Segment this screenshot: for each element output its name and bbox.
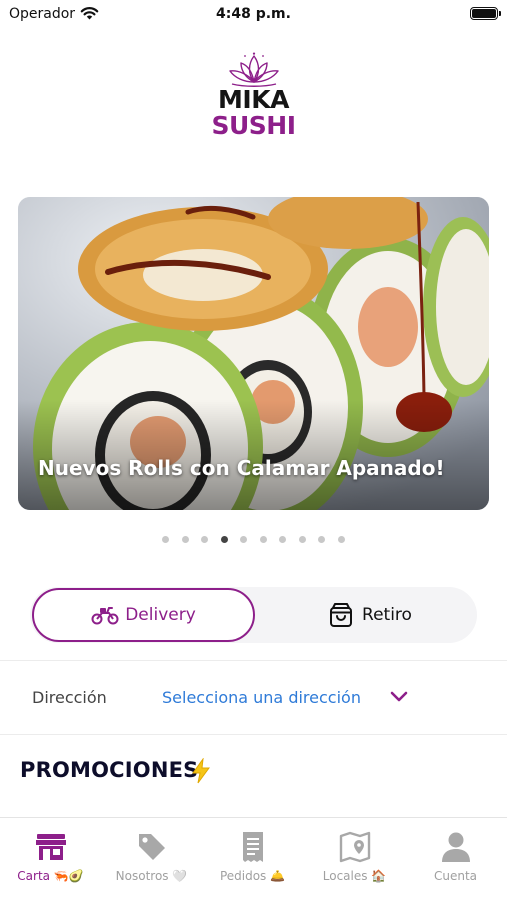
- receipt-icon: [242, 832, 263, 862]
- pagination-dot[interactable]: [162, 536, 169, 543]
- pagination-dot[interactable]: [279, 536, 286, 543]
- motorcycle-icon: [91, 607, 119, 625]
- pagination-dot[interactable]: [337, 536, 345, 543]
- tab-cuenta[interactable]: Cuenta: [405, 828, 506, 883]
- tab-nosotros-label: Nosotros 🤍: [115, 869, 188, 883]
- brand-logo: MIKA SUSHI: [203, 52, 304, 152]
- lightning-emoji: [190, 757, 212, 788]
- order-mode-toggle: Delivery Retiro: [30, 587, 477, 643]
- promotions-heading: PROMOCIONES: [20, 758, 199, 782]
- tab-locales-label: Locales 🏠: [322, 869, 387, 883]
- delivery-option-button[interactable]: Delivery: [32, 588, 255, 642]
- lotus-icon: [228, 52, 279, 87]
- map-icon: [339, 831, 370, 863]
- tab-carta-label: Carta 🦐🥑: [17, 869, 84, 883]
- banner-pagination: [0, 535, 507, 545]
- status-bar: Operador 4:48 p.m.: [0, 0, 507, 30]
- pickup-label: Retiro: [362, 605, 412, 625]
- tab-locales[interactable]: Locales 🏠: [304, 828, 405, 883]
- pagination-dot[interactable]: [181, 536, 189, 543]
- tab-carta[interactable]: Carta 🦐🥑: [0, 828, 101, 883]
- clock: 4:48 p.m.: [216, 6, 291, 22]
- tab-pedidos[interactable]: Pedidos 🛎️: [202, 828, 303, 883]
- store-icon: [35, 834, 66, 860]
- section-divider: [0, 734, 507, 735]
- pagination-dot[interactable]: [318, 536, 325, 543]
- user-icon: [441, 832, 470, 862]
- tag-icon: [138, 834, 165, 860]
- battery-icon: [470, 7, 501, 20]
- banner-caption: Nuevos Rolls con Calamar Apanado!: [38, 456, 445, 480]
- section-divider: [0, 660, 507, 661]
- pagination-dot[interactable]: [201, 536, 208, 543]
- pagination-dot[interactable]: [220, 536, 228, 543]
- lightning-icon: [192, 757, 210, 784]
- logo-text-sushi: SUSHI: [211, 111, 296, 140]
- promo-banner[interactable]: Nuevos Rolls con Calamar Apanado!: [18, 197, 489, 510]
- tab-nosotros[interactable]: Nosotros 🤍: [101, 828, 202, 883]
- shopping-bag-icon: [330, 603, 353, 627]
- banner-gradient: [18, 400, 489, 510]
- bottom-tab-bar: Carta 🦐🥑 Nosotros 🤍 Pedidos 🛎️ Locales 🏠: [0, 817, 507, 900]
- address-label: Dirección: [32, 688, 107, 707]
- pagination-dot[interactable]: [240, 536, 247, 543]
- select-address-link[interactable]: Selecciona una dirección: [162, 688, 361, 707]
- pickup-option-button[interactable]: Retiro: [280, 588, 460, 642]
- pagination-dot[interactable]: [259, 536, 267, 543]
- pagination-dot[interactable]: [298, 536, 306, 543]
- tab-cuenta-label: Cuenta: [433, 869, 478, 883]
- tab-pedidos-label: Pedidos 🛎️: [219, 869, 286, 883]
- delivery-label: Delivery: [125, 605, 196, 625]
- chevron-down-icon[interactable]: [390, 690, 408, 704]
- logo-text-mika: MIKA: [218, 85, 289, 114]
